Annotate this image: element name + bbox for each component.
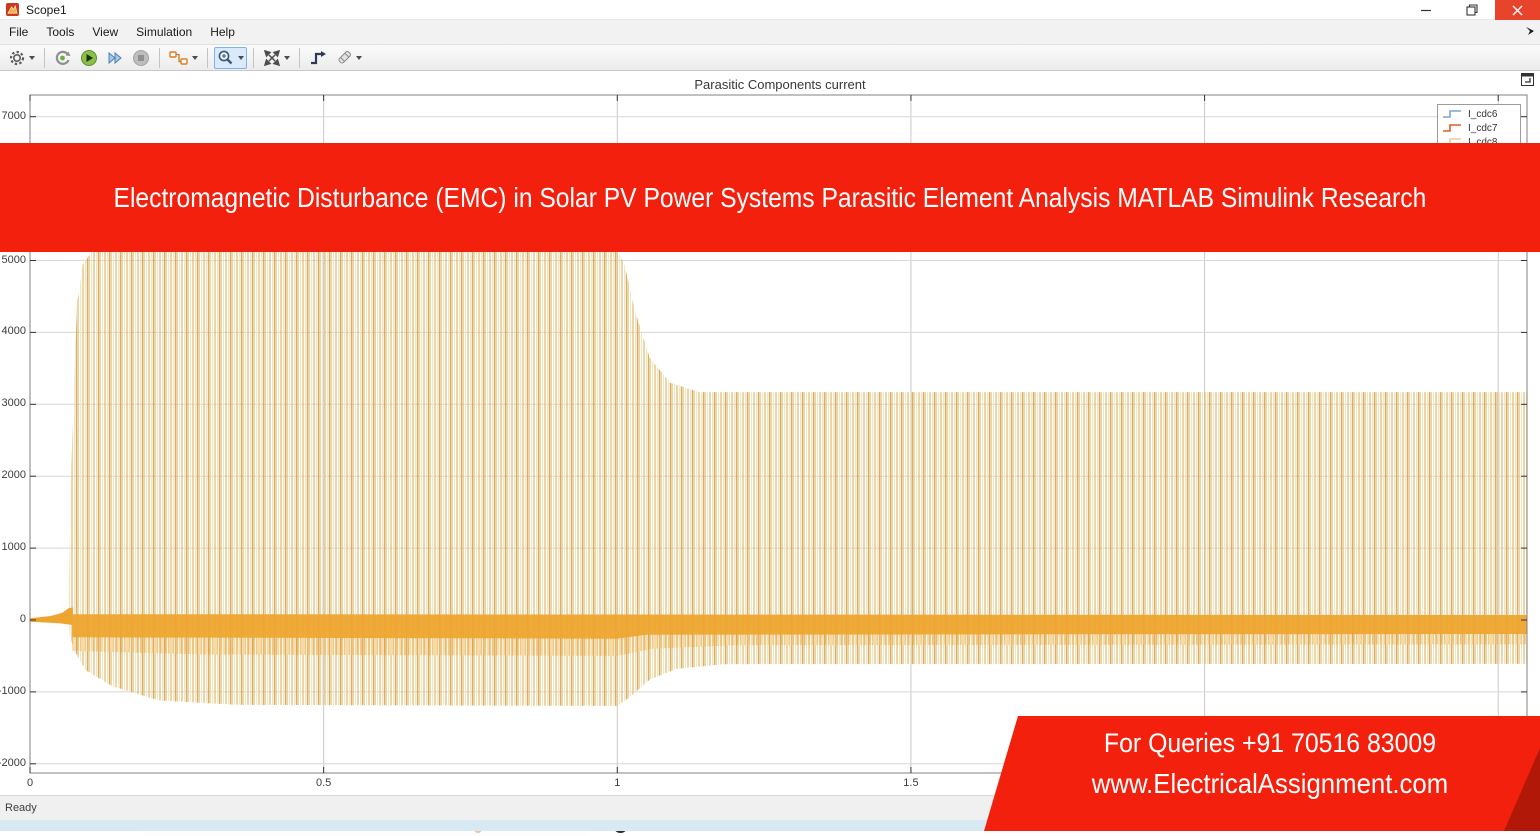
dropdown-caret-icon: [356, 55, 362, 60]
windows-taskbar[interactable]: [0, 820, 1540, 831]
gear-icon: [9, 50, 25, 65]
x-tick-label: 0.5: [315, 777, 332, 789]
menu-item-help[interactable]: Help: [201, 21, 244, 43]
scope-window: Parasitic Components current 0 0.5 1 1.5 2 2.…: [0, 0, 1540, 836]
menu-item-simulation[interactable]: Simulation: [127, 21, 201, 43]
dock-icon[interactable]: [1521, 73, 1534, 86]
trigger-button[interactable]: [306, 47, 330, 69]
minimize-button[interactable]: [1403, 0, 1449, 20]
stop-icon: [133, 49, 149, 66]
bottom-banner-text: For Queries +91 70516 83009 www.Electric…: [1030, 728, 1510, 800]
menu-item-file[interactable]: File: [0, 21, 37, 43]
window-titlebar[interactable]: Scope1: [0, 0, 1540, 20]
waveforms: [30, 249, 1528, 706]
x-tick-label: 1.5: [903, 777, 919, 789]
y-tick-label: 3000: [1, 397, 26, 410]
queries-phone-text: For Queries +91 70516 83009: [1103, 728, 1437, 758]
chart-title: Parasitic Components current: [694, 77, 866, 92]
y-tick-label: -2000: [0, 756, 26, 769]
trigger-icon: [311, 50, 326, 64]
stop-button[interactable]: [129, 47, 153, 69]
dropdown-caret-icon: [238, 55, 244, 60]
plot-canvas[interactable]: [0, 0, 1540, 831]
legend-line-icon: [1443, 124, 1461, 132]
menu-overflow-arrow[interactable]: [1524, 25, 1536, 37]
toolbar-separator: [159, 47, 160, 68]
legend-line-icon: [1443, 110, 1461, 118]
toolbar: [0, 44, 1540, 71]
step-forward-button[interactable]: [103, 47, 127, 69]
matlab-app-icon: [6, 3, 19, 16]
menu-item-tools[interactable]: Tools: [37, 21, 83, 43]
zoom-button[interactable]: [214, 46, 247, 69]
menu-item-view[interactable]: View: [83, 21, 127, 43]
toolbar-separator: [44, 47, 45, 68]
dropdown-caret-icon: [192, 55, 198, 60]
status-text: Ready: [5, 802, 37, 814]
legend-item-I_cdc7[interactable]: I_cdc7: [1442, 121, 1516, 135]
run-button[interactable]: [77, 47, 101, 69]
link-to-model-button[interactable]: [51, 47, 75, 69]
toolbar-separator: [253, 47, 254, 68]
menu-bar: File Tools View Simulation Help: [0, 20, 1540, 44]
fit-to-view-icon: [263, 49, 281, 66]
y-tick-label: 5000: [1, 253, 26, 266]
highlight-signal-icon: [169, 50, 188, 65]
legend-item-I_cdc6[interactable]: I_cdc6: [1442, 107, 1516, 121]
y-tick-label: 0: [19, 613, 26, 625]
top-promo-banner-text: Electromagnetic Disturbance (EMC) in Sol…: [113, 181, 1427, 213]
y-tick-label: 7000: [1, 109, 26, 122]
legend-label: I_cdc6: [1468, 108, 1498, 120]
link-to-model-icon: [55, 50, 71, 65]
legend-label: I_cdc7: [1468, 122, 1498, 134]
series-I_cdc7-startup: [30, 607, 73, 625]
run-icon: [81, 49, 97, 66]
window-title: Scope1: [26, 2, 67, 17]
top-promo-banner: Electromagnetic Disturbance (EMC) in Sol…: [0, 143, 1540, 252]
highlight-signal-button[interactable]: [166, 47, 201, 69]
restore-button[interactable]: [1449, 0, 1495, 20]
settings-gear-button[interactable]: [5, 47, 38, 69]
dropdown-caret-icon: [29, 55, 35, 60]
annotate-pen-icon: [338, 50, 351, 64]
y-tick-label: 2000: [1, 469, 26, 482]
step-forward-icon: [108, 51, 122, 64]
toolbar-separator: [207, 47, 208, 68]
close-button[interactable]: [1495, 0, 1540, 20]
x-tick-label: 1: [614, 777, 621, 789]
y-tick-label: 1000: [1, 541, 26, 554]
x-tick-label: 0: [26, 777, 34, 789]
y-tick-label: -1000: [0, 684, 26, 697]
y-tick-label: 4000: [1, 325, 26, 338]
dropdown-caret-icon: [284, 55, 290, 60]
website-url-text: www.ElectricalAssignment.com: [1091, 768, 1449, 799]
toolbar-separator: [299, 47, 300, 68]
zoom-icon: [218, 50, 233, 64]
annotate-button[interactable]: [332, 47, 365, 69]
fit-to-view-button[interactable]: [260, 47, 293, 69]
